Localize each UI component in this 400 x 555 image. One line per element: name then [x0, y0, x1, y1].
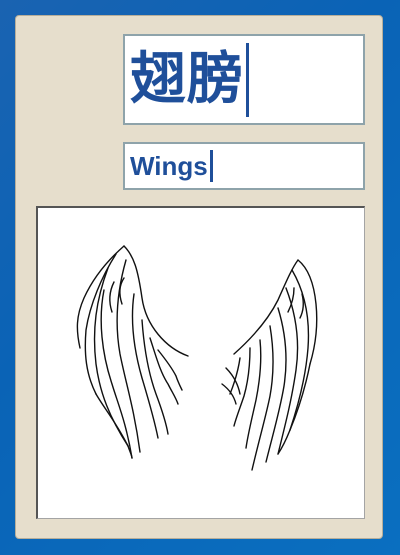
picture-frame — [36, 206, 365, 519]
flashcard-panel: 翅膀 Wings — [15, 15, 383, 539]
text-cursor — [246, 42, 249, 117]
english-word-field[interactable]: Wings — [123, 142, 365, 190]
text-cursor — [209, 150, 213, 182]
wings-illustration-icon — [76, 245, 318, 471]
chinese-word-text: 翅膀 — [130, 46, 244, 112]
english-word-text: Wings — [130, 151, 208, 181]
chinese-word-field[interactable]: 翅膀 — [123, 34, 365, 125]
